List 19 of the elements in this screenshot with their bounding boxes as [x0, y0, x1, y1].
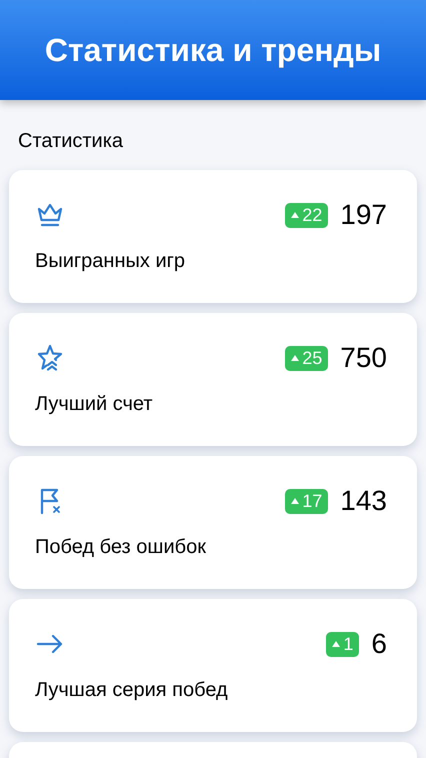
stat-value: 750	[340, 341, 387, 375]
change-badge: 22	[285, 202, 328, 228]
stat-label: Побед без ошибок	[35, 535, 207, 560]
up-triangle-icon	[291, 498, 300, 504]
change-badge: 17	[285, 488, 328, 514]
stat-label: Лучший счет	[35, 392, 154, 417]
stat-label: Выигранных игр	[35, 249, 186, 274]
stat-value: 197	[340, 198, 387, 232]
stat-value: 6	[371, 627, 387, 661]
change-badge: 25	[285, 346, 328, 370]
up-triangle-icon	[291, 355, 300, 361]
header-title: Статистика и тренды	[44, 31, 382, 70]
up-triangle-icon	[291, 212, 300, 218]
change-badge: 1	[326, 632, 360, 656]
stat-label: Лучшая серия побед	[35, 678, 229, 703]
stat-value: 143	[340, 484, 387, 518]
star-icon	[35, 343, 65, 373]
section-title: Статистика	[18, 130, 124, 152]
up-triangle-icon	[332, 641, 340, 647]
